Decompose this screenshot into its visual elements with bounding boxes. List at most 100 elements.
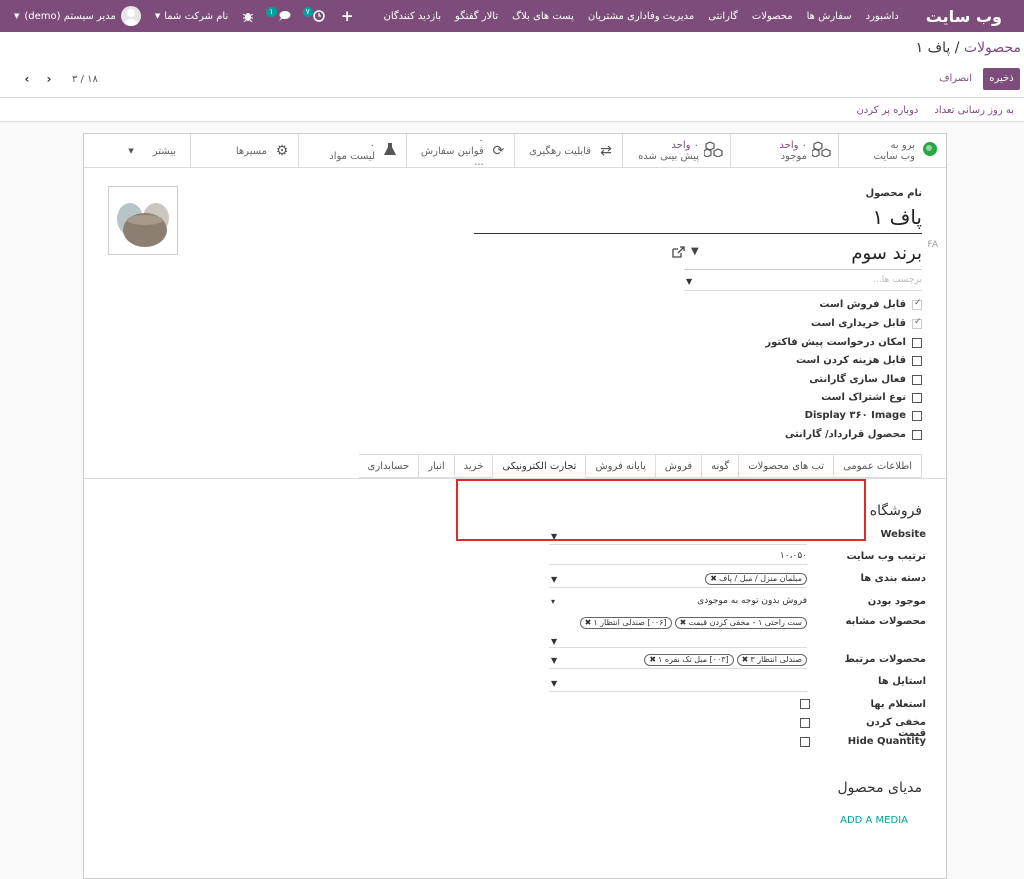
- checkbox[interactable]: [912, 374, 922, 385]
- go-to-website-button[interactable]: برو به وب سایت: [838, 134, 946, 168]
- close-icon[interactable]: ✖: [710, 574, 717, 583]
- update-qty-button[interactable]: به روز رسانی تعداد: [934, 105, 1014, 116]
- close-icon[interactable]: ✖: [680, 618, 687, 627]
- smart-button-line2: پیش بینی شده: [638, 151, 699, 162]
- cubes-icon: [703, 141, 724, 161]
- company-switcher[interactable]: نام شرکت شما ▼: [147, 11, 236, 22]
- user-name: مدیر سیستم (demo): [24, 10, 116, 22]
- tags-input[interactable]: برچسب ها... ▼: [684, 275, 922, 291]
- checkbox[interactable]: [912, 337, 922, 348]
- comments-icon: [278, 11, 291, 21]
- checkbox[interactable]: [912, 429, 922, 440]
- tab-sales[interactable]: فروش: [655, 454, 703, 478]
- pager-previous-icon[interactable]: ‹: [16, 72, 38, 86]
- checkbox-360-image[interactable]: Display ۳۶۰ Image: [805, 410, 922, 421]
- plus-icon[interactable]: +: [331, 7, 364, 25]
- brand-field[interactable]: برند سوم: [684, 240, 922, 270]
- menu-orders[interactable]: سفارش ها: [800, 11, 859, 22]
- pager-value[interactable]: ۳ / ۱۸: [72, 74, 98, 85]
- website-sequence-input[interactable]: ۱۰،۰۵۰: [549, 549, 807, 565]
- activity-button[interactable]: ۷: [297, 7, 331, 22]
- hide-quantity-checkbox[interactable]: [800, 737, 810, 747]
- breadcrumb-parent[interactable]: محصولات: [964, 40, 1021, 56]
- caret-down-icon[interactable]: ▼: [691, 246, 699, 261]
- tag-label: [۰۰۳] مبل تک نفره ۱: [658, 655, 729, 664]
- product-name-input[interactable]: پاف ۱: [474, 202, 922, 234]
- checkbox-label: فعال سازی گارانتی: [809, 374, 906, 385]
- systray: + ۷ ۱ نام شرکت شما ▼ مدیر سیستم (demo) ▼: [0, 6, 363, 26]
- checkbox-contract[interactable]: محصول قرارداد/ گارانتی: [785, 429, 922, 440]
- replenish-button[interactable]: دوباره پر کردن: [856, 105, 918, 116]
- language-indicator[interactable]: FA: [927, 240, 938, 250]
- category-tag: مبلمان منزل / مبل / پاف✖: [705, 573, 807, 585]
- checkbox[interactable]: [912, 410, 922, 421]
- close-icon[interactable]: ✖: [585, 618, 592, 627]
- accessory-products-input[interactable]: صندلی انتظار ۳✖[۰۰۳] مبل تک نفره ۱✖ ▼: [549, 653, 807, 669]
- close-icon[interactable]: ✖: [742, 655, 749, 664]
- menu-products[interactable]: محصولات: [745, 11, 800, 22]
- smart-button-box: برو به وب سایت ۰ واحد موجود ۰ واحد پیش بینی…: [84, 134, 946, 168]
- tab-purchase[interactable]: خرید: [454, 454, 494, 478]
- alternative-products-input[interactable]: ست راحتی ۱ - مخفی کردن قیمت✖[۰۰۶] صندلی …: [549, 616, 807, 648]
- clock-icon: [313, 10, 325, 22]
- reordering-rules-button[interactable]: ⟳ ۰ قوانین سفارش ...: [406, 134, 514, 168]
- add-media-button[interactable]: ADD A MEDIA: [840, 815, 908, 826]
- smart-button-line1: ۰: [369, 140, 375, 151]
- alternative-tag: ست راحتی ۱ - مخفی کردن قیمت✖: [674, 617, 807, 629]
- routes-button[interactable]: ⚙ مسیرها: [190, 134, 298, 168]
- availability-value: فروش بدون توجه به موجودی: [697, 596, 807, 606]
- on-hand-button[interactable]: ۰ واحد موجود: [730, 134, 838, 168]
- checkbox[interactable]: [912, 355, 922, 366]
- tag-label: صندلی انتظار ۳: [750, 655, 802, 664]
- checkbox-expense[interactable]: قابل هزینه کردن است: [796, 355, 922, 366]
- tab-pos[interactable]: پایانه فروش: [586, 454, 656, 478]
- discard-button[interactable]: انصراف: [939, 68, 972, 90]
- menu-forum[interactable]: تالار گفتگو: [448, 11, 505, 22]
- external-link-icon[interactable]: [672, 246, 685, 261]
- tab-general-info[interactable]: اطلاعات عمومی: [834, 454, 922, 478]
- checkbox[interactable]: [912, 298, 922, 310]
- user-menu[interactable]: مدیر سیستم (demo) ▼: [10, 6, 147, 26]
- checkbox-sale-ok[interactable]: قابل فروش است: [819, 298, 922, 310]
- traceability-button[interactable]: ⇄ قابلیت رهگیری: [514, 134, 622, 168]
- checkbox[interactable]: [912, 392, 922, 403]
- tab-ecommerce[interactable]: تجارت الکترونیکی: [493, 454, 587, 478]
- checkbox-quote[interactable]: امکان درخواست پیش فاکتور: [765, 337, 922, 348]
- menu-blog-posts[interactable]: پست های بلاگ: [505, 11, 581, 22]
- checkbox-purchase-ok[interactable]: قابل خریداری است: [811, 317, 922, 329]
- more-button[interactable]: بیشتر ▼: [84, 134, 190, 168]
- checkbox[interactable]: [912, 317, 922, 329]
- categories-input[interactable]: مبلمان منزل / مبل / پاف✖ ▼: [549, 572, 807, 588]
- menu-loyalty[interactable]: مدیریت وفاداری مشتریان: [581, 11, 701, 22]
- debug-button[interactable]: [236, 10, 260, 22]
- hide-price-checkbox[interactable]: [800, 718, 810, 728]
- pager-next-icon[interactable]: ›: [38, 72, 60, 86]
- app-title[interactable]: وب سایت: [906, 7, 1016, 26]
- close-icon[interactable]: ✖: [649, 655, 656, 664]
- menu-visitors[interactable]: بازدید کنندگان: [377, 11, 449, 22]
- bom-button[interactable]: ۰ لیست مواد: [298, 134, 406, 168]
- product-image[interactable]: [108, 186, 178, 255]
- availability-select[interactable]: فروش بدون توجه به موجودی ▾: [549, 594, 807, 610]
- tab-variants[interactable]: گونه: [702, 454, 740, 478]
- form-header: به روز رسانی تعداد دوباره پر کردن: [856, 105, 1014, 116]
- smart-button-line2: موجود: [780, 151, 807, 162]
- styles-input[interactable]: ▼: [549, 676, 807, 692]
- flask-icon: [380, 142, 400, 160]
- smart-button-line2: وب سایت: [873, 151, 915, 162]
- checkbox-warranty[interactable]: فعال سازی گارانتی: [809, 374, 922, 385]
- messages-button[interactable]: ۱: [260, 7, 296, 22]
- checkbox-subscription[interactable]: نوع اشتراک است: [821, 392, 922, 403]
- inquiry-checkbox[interactable]: [800, 699, 810, 709]
- save-button[interactable]: ذخیره: [983, 68, 1020, 90]
- tab-inventory[interactable]: انبار: [419, 454, 455, 478]
- forecasted-button[interactable]: ۰ واحد پیش بینی شده: [622, 134, 730, 168]
- highlight-box: [456, 479, 866, 541]
- menu-dashboard[interactable]: داشبورد: [859, 11, 906, 22]
- tab-accounting[interactable]: حسابداری: [358, 454, 420, 478]
- activity-badge: ۷: [302, 7, 313, 17]
- smart-button-line1: ۰ واحد: [671, 140, 699, 151]
- menu-warranty[interactable]: گارانتی: [701, 11, 745, 22]
- tab-product-tabs[interactable]: تب های محصولات: [739, 454, 835, 478]
- smart-button-line2: لیست مواد: [329, 151, 375, 162]
